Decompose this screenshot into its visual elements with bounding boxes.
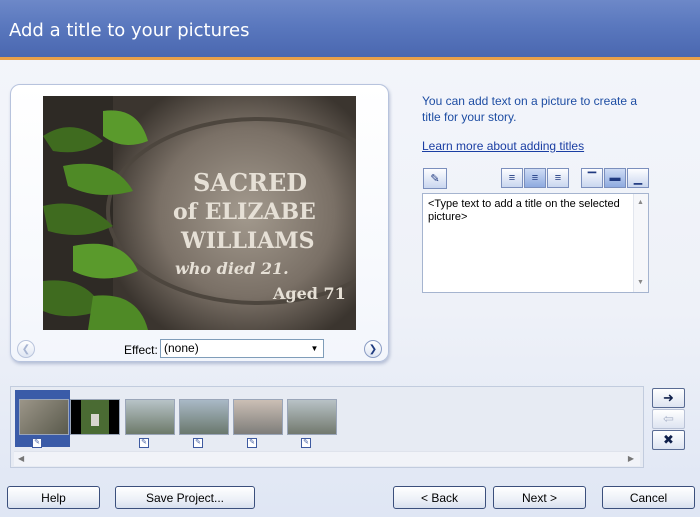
save-project-button[interactable]: Save Project...: [115, 486, 255, 509]
selected-picture: SACRED of ELIZABE WILLIAMS who died 21. …: [43, 96, 356, 330]
position-top-icon: ▔: [587, 172, 597, 185]
font-icon: ✎: [430, 173, 440, 185]
edit-mark-icon: ✎: [247, 438, 257, 448]
move-left-button[interactable]: ⇦: [652, 409, 685, 429]
effect-label: Effect:: [124, 343, 158, 357]
picture-filmstrip: ✎ ✎ ✎ ✎ ✎ ◀ ▶: [10, 386, 644, 468]
chevron-right-icon: ❯: [368, 343, 378, 355]
instructions-text: You can add text on a picture to create …: [422, 94, 638, 124]
scroll-left-icon: ◀: [18, 454, 25, 463]
remove-picture-button[interactable]: ✖: [652, 430, 685, 450]
dropdown-arrow-icon: ▼: [310, 344, 319, 353]
arrow-right-icon: ➜: [663, 390, 674, 405]
thumbnail-4[interactable]: [179, 399, 229, 435]
gravestone-photo: SACRED of ELIZABE WILLIAMS who died 21. …: [43, 96, 356, 330]
scroll-up-icon: ▲: [637, 199, 644, 206]
font-button[interactable]: ✎: [423, 168, 447, 189]
position-middle-icon: ▬: [609, 172, 621, 184]
close-icon: ✖: [663, 432, 674, 447]
scroll-right-icon: ▶: [627, 454, 634, 463]
title-text-scrollbar[interactable]: ▲ ▼: [633, 194, 648, 292]
thumbnail-2[interactable]: [70, 399, 120, 435]
align-left-button[interactable]: ≡: [501, 168, 523, 188]
align-center-icon: ≡: [531, 172, 539, 184]
picture-preview-panel: SACRED of ELIZABE WILLIAMS who died 21. …: [10, 84, 389, 362]
effect-selected-value: (none): [164, 341, 199, 355]
page-title: Add a title to your pictures: [9, 20, 250, 41]
title-placeholder: <Type text to add a title on the selecte…: [428, 198, 620, 223]
edit-mark-icon: ✎: [32, 438, 42, 448]
engraving-line-3: WILLIAMS: [180, 228, 315, 254]
edit-mark-icon: ✎: [139, 438, 149, 448]
previous-picture-button[interactable]: ❮: [17, 340, 35, 358]
next-picture-button[interactable]: ❯: [364, 340, 382, 358]
engraving-line-1: SACRED: [193, 168, 307, 197]
engraving-line-5: Aged 71: [272, 284, 346, 303]
move-right-button[interactable]: ➜: [652, 388, 685, 408]
arrow-left-icon: ⇦: [663, 411, 674, 426]
edit-mark-icon: ✎: [193, 438, 203, 448]
position-top-button[interactable]: ▔: [581, 168, 603, 188]
position-middle-button[interactable]: ▬: [604, 168, 626, 188]
help-button[interactable]: Help: [7, 486, 100, 509]
align-left-icon: ≡: [508, 172, 516, 184]
back-button[interactable]: < Back: [393, 486, 486, 509]
filmstrip-scrollbar[interactable]: ◀ ▶: [14, 451, 640, 466]
chevron-left-icon: ❮: [21, 343, 31, 355]
thumbnail-5[interactable]: [233, 399, 283, 435]
learn-more-link[interactable]: Learn more about adding titles: [422, 139, 584, 153]
scroll-down-icon: ▼: [637, 279, 644, 286]
effect-dropdown[interactable]: (none) ▼: [160, 339, 324, 358]
position-bottom-button[interactable]: ▁: [627, 168, 649, 188]
align-right-icon: ≡: [554, 172, 562, 184]
engraving-line-2: of ELIZABE: [173, 199, 316, 225]
thumbnail-6[interactable]: [287, 399, 337, 435]
title-text-input[interactable]: <Type text to add a title on the selecte…: [422, 193, 649, 293]
next-button[interactable]: Next >: [493, 486, 586, 509]
align-center-button[interactable]: ≡: [524, 168, 546, 188]
align-right-button[interactable]: ≡: [547, 168, 569, 188]
thumbnail-3[interactable]: [125, 399, 175, 435]
edit-mark-icon: ✎: [301, 438, 311, 448]
position-bottom-icon: ▁: [633, 172, 643, 185]
thumbnail-1[interactable]: [19, 399, 69, 435]
engraving-line-4: who died 21.: [175, 259, 289, 278]
cancel-button[interactable]: Cancel: [602, 486, 695, 509]
page-header: Add a title to your pictures: [0, 0, 700, 60]
